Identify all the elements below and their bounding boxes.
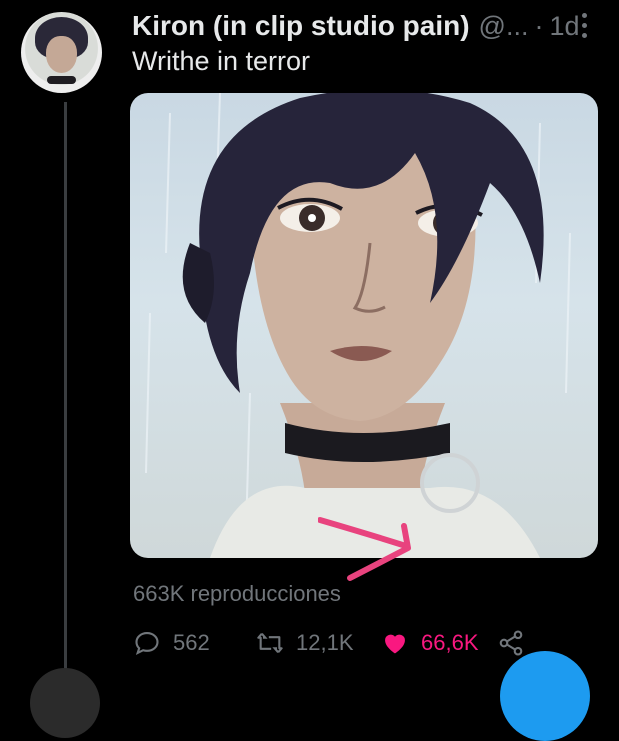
tweet-header: Kiron (in clip studio pain) @... · 1d [132,9,580,43]
like-count: 66,6K [421,630,479,655]
next-tweet-avatar[interactable] [30,668,100,738]
reply-count: 562 [173,630,210,655]
tweet-actions: 562 12,1K 66,6K [133,627,593,659]
share-icon [499,630,523,656]
heart-icon [385,634,405,654]
separator-dot: · [534,10,544,41]
more-vertical-icon[interactable] [579,10,589,40]
author-handle[interactable]: @... [479,11,529,42]
portrait-illustration [145,93,571,558]
views-count[interactable]: 663K reproducciones [133,581,341,607]
tweet-text: Writhe in terror [132,46,311,76]
retweet-icon [257,632,283,654]
retweet-count: 12,1K [296,630,354,655]
timestamp[interactable]: 1d [549,11,579,42]
retweet-button[interactable]: 12,1K [256,627,354,659]
author-name[interactable]: Kiron (in clip studio pain) [132,10,470,42]
avatar[interactable] [21,12,102,93]
reply-icon [135,632,159,655]
reply-button[interactable]: 562 [133,627,210,659]
tweet-media-image[interactable] [130,93,598,558]
compose-fab-button[interactable] [500,651,590,741]
thread-line [64,102,67,680]
share-button[interactable] [497,627,525,659]
like-button[interactable]: 66,6K [381,627,479,659]
